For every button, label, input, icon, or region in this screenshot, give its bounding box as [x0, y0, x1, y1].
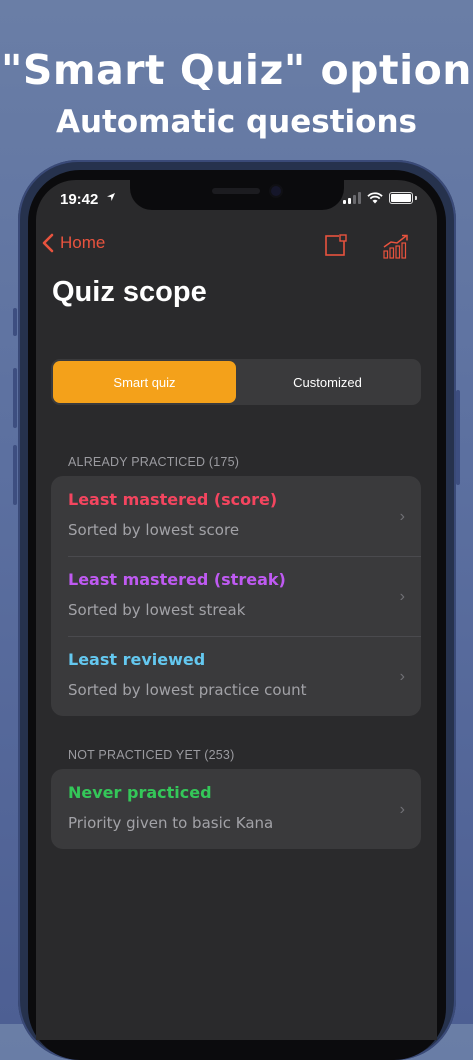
list-item-least-mastered-score[interactable]: Least mastered (score) Sorted by lowest … [51, 476, 421, 556]
front-camera [271, 186, 281, 196]
speaker-grille [212, 188, 260, 194]
row-subtitle: Sorted by lowest score [68, 521, 240, 539]
chevron-right-icon: › [399, 508, 405, 525]
row-subtitle: Sorted by lowest streak [68, 601, 246, 619]
headline-title: "Smart Quiz" option [1, 46, 472, 94]
list-item-least-reviewed[interactable]: Least reviewed Sorted by lowest practice… [51, 636, 421, 716]
list-item-least-mastered-streak[interactable]: Least mastered (streak) Sorted by lowest… [51, 556, 421, 636]
row-subtitle: Sorted by lowest practice count [68, 681, 307, 699]
already-practiced-list: Least mastered (score) Sorted by lowest … [51, 476, 421, 716]
notepad-button[interactable] [324, 233, 348, 262]
segment-smart-quiz[interactable]: Smart quiz [53, 361, 236, 403]
row-title: Least reviewed [68, 650, 206, 669]
status-time: 19:42 [60, 191, 99, 208]
quiz-mode-segmented-control: Smart quiz Customized [51, 359, 421, 405]
notch [130, 180, 344, 210]
segment-customized[interactable]: Customized [236, 361, 419, 403]
statistics-button[interactable] [382, 233, 410, 264]
phone-mute-switch [13, 308, 17, 336]
stats-chart-icon [383, 234, 408, 259]
section-header-not-practiced: NOT PRACTICED YET (253) [68, 748, 235, 762]
wifi-icon [367, 192, 383, 204]
location-arrow-icon [106, 191, 116, 205]
list-item-never-practiced[interactable]: Never practiced Priority given to basic … [51, 769, 421, 849]
row-title: Least mastered (streak) [68, 570, 286, 589]
battery-icon [389, 192, 413, 204]
signal-icon [343, 192, 361, 204]
phone-volume-down [13, 445, 17, 505]
back-label: Home [60, 233, 106, 252]
status-icons [343, 192, 417, 204]
chevron-right-icon: › [399, 668, 405, 685]
chevron-left-icon [42, 233, 54, 253]
phone-volume-up [13, 368, 17, 428]
row-title: Least mastered (score) [68, 490, 278, 509]
phone-power-button [456, 390, 460, 485]
not-practiced-list: Never practiced Priority given to basic … [51, 769, 421, 849]
row-subtitle: Priority given to basic Kana [68, 814, 274, 832]
section-header-already-practiced: ALREADY PRACTICED (175) [68, 455, 240, 469]
headline-subtitle: Automatic questions [55, 104, 417, 140]
notepad-icon [325, 234, 347, 256]
page-title: Quiz scope [52, 276, 207, 308]
chevron-right-icon: › [399, 588, 405, 605]
battery-tip [415, 196, 417, 200]
chevron-right-icon: › [399, 801, 405, 818]
row-title: Never practiced [68, 783, 212, 802]
back-button[interactable]: Home [42, 233, 105, 253]
